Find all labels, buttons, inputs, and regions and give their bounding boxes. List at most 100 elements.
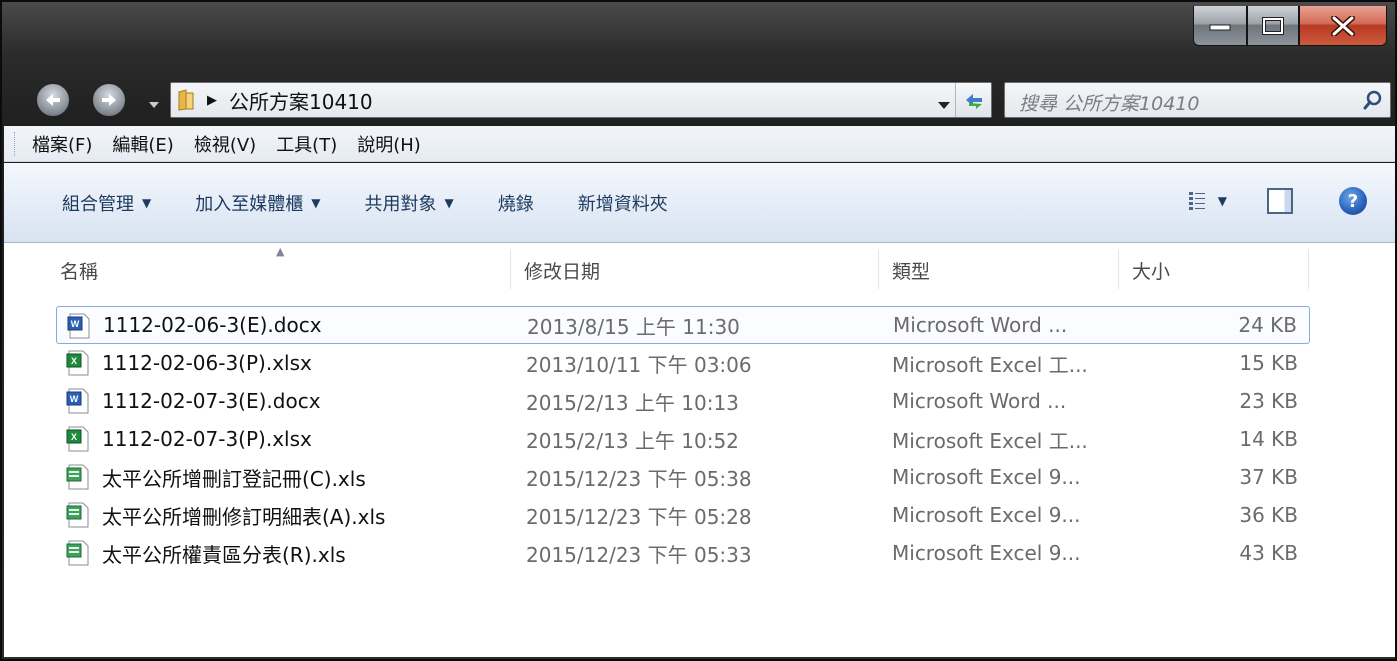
minimize-icon — [1209, 24, 1231, 30]
file-type: Microsoft Word ... — [892, 389, 1067, 413]
file-row[interactable]: 太平公所增刪訂登記冊(C).xls 2015/12/23 下午 05:38 Mi… — [56, 458, 1310, 496]
maximize-button[interactable] — [1247, 6, 1299, 46]
burn-label: 燒錄 — [497, 193, 534, 215]
burn-button[interactable]: 燒錄 — [498, 190, 534, 216]
excel-xls-icon — [66, 502, 89, 528]
column-header-size[interactable]: 大小 — [1132, 257, 1170, 284]
forward-button[interactable] — [92, 83, 126, 117]
file-name: 1112-02-06-3(E).docx — [103, 313, 322, 337]
breadcrumb-current-folder[interactable]: 公所方案10410 — [229, 86, 373, 115]
menu-view[interactable]: 檢視(V) — [194, 131, 256, 157]
file-date: 2015/12/23 下午 05:38 — [526, 466, 752, 491]
file-type: Microsoft Word ... — [893, 313, 1068, 337]
command-bar: 組合管理 ▼ 加入至媒體櫃 ▼ 共用對象 ▼ 燒錄 新增資料夾 ▼ ? — [4, 163, 1395, 243]
file-size: 36 KB — [1239, 503, 1298, 527]
file-date: 2015/2/13 上午 10:52 — [526, 428, 739, 453]
refresh-icon — [965, 94, 982, 109]
file-type: Microsoft Excel 工... — [892, 428, 1088, 453]
explorer-window: ▶ 公所方案10410 搜尋 公所方案10410 檔案(F) 編輯(E) 檢視(… — [0, 0, 1397, 661]
search-icon[interactable] — [1362, 89, 1384, 111]
organize-button[interactable]: 組合管理 ▼ — [62, 190, 151, 216]
sort-ascending-icon: ▲ — [276, 245, 285, 258]
include-in-library-label: 加入至媒體櫃 — [195, 193, 304, 215]
folder-icon — [178, 89, 194, 111]
menu-grip — [14, 132, 17, 156]
excel-xls-icon — [66, 464, 89, 490]
search-box[interactable]: 搜尋 公所方案10410 — [1004, 82, 1391, 118]
view-options-dropdown[interactable]: ▼ — [1218, 194, 1227, 208]
minimize-button[interactable] — [1193, 6, 1247, 46]
back-arrow-icon — [46, 94, 60, 106]
preview-pane-icon[interactable] — [1267, 188, 1293, 214]
file-size: 15 KB — [1239, 351, 1298, 375]
chevron-down-icon: ▼ — [444, 195, 454, 210]
command-bar-right: ▼ ? — [1188, 187, 1367, 215]
file-row[interactable]: 太平公所權責區分表(R).xls 2015/12/23 下午 05:33 Mic… — [56, 534, 1310, 572]
file-type: Microsoft Excel 9... — [892, 465, 1081, 489]
word-doc-icon: W — [66, 388, 89, 414]
file-row[interactable]: W 1112-02-06-3(E).docx 2013/8/15 上午 11:3… — [56, 306, 1310, 344]
column-header-date[interactable]: 修改日期 — [524, 257, 600, 284]
column-divider[interactable] — [1118, 249, 1119, 289]
file-list: ▲ 名稱 修改日期 類型 大小 W 1112-02-06-3(E).docx 2… — [4, 243, 1395, 657]
file-date: 2013/8/15 上午 11:30 — [527, 314, 740, 339]
file-type: Microsoft Excel 9... — [892, 541, 1081, 565]
svg-text:W: W — [71, 319, 80, 329]
breadcrumb-separator[interactable]: ▶ — [207, 93, 217, 108]
view-options-icon[interactable] — [1188, 190, 1206, 212]
menu-edit[interactable]: 編輯(E) — [112, 131, 173, 157]
file-date: 2015/12/23 下午 05:28 — [526, 504, 752, 529]
svg-text:X: X — [71, 356, 77, 366]
file-size: 43 KB — [1239, 541, 1298, 565]
file-row[interactable]: 太平公所增刪修訂明細表(A).xls 2015/12/23 下午 05:28 M… — [56, 496, 1310, 534]
close-icon — [1331, 15, 1355, 36]
help-icon[interactable]: ? — [1339, 187, 1367, 215]
excel-xls-icon — [66, 540, 89, 566]
menu-bar: 檔案(F) 編輯(E) 檢視(V) 工具(T) 說明(H) — [4, 126, 1395, 162]
new-folder-button[interactable]: 新增資料夾 — [578, 190, 668, 216]
file-date: 2015/12/23 下午 05:33 — [526, 542, 752, 567]
file-size: 37 KB — [1239, 465, 1298, 489]
file-size: 14 KB — [1239, 427, 1298, 451]
chevron-down-icon — [149, 102, 159, 108]
back-button[interactable] — [36, 83, 70, 117]
include-in-library-button[interactable]: 加入至媒體櫃 ▼ — [195, 190, 320, 216]
excel-xlsx-icon: X — [66, 426, 89, 452]
file-name: 1112-02-07-3(P).xlsx — [102, 427, 312, 451]
menu-file[interactable]: 檔案(F) — [32, 131, 92, 157]
menu-tools[interactable]: 工具(T) — [276, 131, 337, 157]
file-type: Microsoft Excel 工... — [892, 352, 1088, 377]
new-folder-label: 新增資料夾 — [577, 193, 668, 215]
address-bar[interactable]: ▶ 公所方案10410 — [170, 82, 992, 118]
search-placeholder[interactable]: 搜尋 公所方案10410 — [1019, 89, 1199, 116]
navigation-bar: ▶ 公所方案10410 搜尋 公所方案10410 — [2, 78, 1395, 122]
file-name: 太平公所增刪訂登記冊(C).xls — [102, 466, 366, 491]
close-button[interactable] — [1299, 6, 1387, 46]
column-header-type[interactable]: 類型 — [892, 257, 930, 284]
column-header-name[interactable]: 名稱 — [60, 257, 98, 284]
file-date: 2015/2/13 上午 10:13 — [526, 390, 739, 415]
file-name: 太平公所增刪修訂明細表(A).xls — [102, 504, 386, 529]
organize-label: 組合管理 — [62, 193, 134, 215]
file-row[interactable]: X 1112-02-07-3(P).xlsx 2015/2/13 上午 10:5… — [56, 420, 1310, 458]
column-divider[interactable] — [878, 249, 879, 289]
file-row[interactable]: W 1112-02-07-3(E).docx 2015/2/13 上午 10:1… — [56, 382, 1310, 420]
recent-pages-dropdown[interactable] — [148, 94, 160, 113]
address-history-dropdown[interactable] — [937, 95, 951, 114]
maximize-icon — [1262, 16, 1284, 35]
file-size: 24 KB — [1238, 313, 1297, 337]
file-name: 1112-02-06-3(P).xlsx — [102, 351, 312, 375]
chevron-down-icon: ▼ — [311, 195, 321, 210]
file-size: 23 KB — [1239, 389, 1298, 413]
column-divider[interactable] — [1308, 249, 1309, 289]
share-with-button[interactable]: 共用對象 ▼ — [364, 190, 453, 216]
column-divider[interactable] — [510, 249, 511, 289]
file-type: Microsoft Excel 9... — [892, 503, 1081, 527]
word-doc-icon: W — [67, 313, 90, 339]
menu-help[interactable]: 說明(H) — [357, 131, 421, 157]
forward-arrow-icon — [102, 94, 116, 106]
caption-buttons — [1193, 6, 1387, 46]
excel-xlsx-icon: X — [66, 350, 89, 376]
file-row[interactable]: X 1112-02-06-3(P).xlsx 2013/10/11 下午 03:… — [56, 344, 1310, 382]
refresh-button[interactable] — [955, 83, 991, 117]
